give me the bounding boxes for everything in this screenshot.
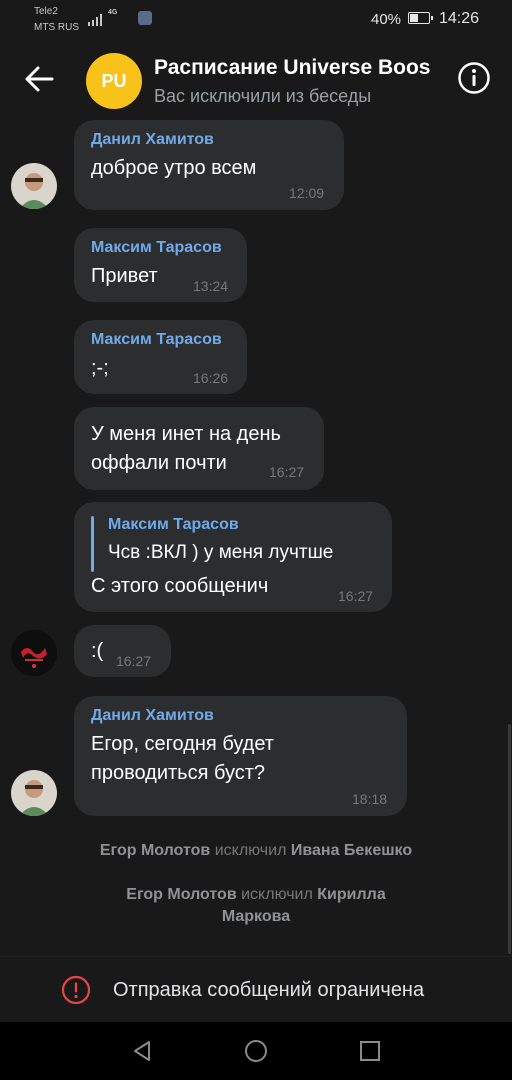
message-text: доброе утро всем [91, 157, 257, 179]
chat-header: PU Расписание Universe Boos Вас исключил… [0, 40, 512, 116]
message-text: У меня инет на день [91, 423, 281, 445]
notification-app-icon [138, 11, 152, 25]
message-text: Привет [91, 265, 158, 287]
message-text: С этого сообщенич [91, 575, 269, 597]
reply-quote-bar [91, 516, 94, 572]
system-message: Егор Молотов исключил Ивана Бекешко [0, 840, 512, 862]
reply-sender[interactable]: Максим Тарасов [108, 516, 239, 534]
system-actor[interactable]: Егор Молотов [126, 886, 236, 903]
carrier-name-1: Tele2 [34, 6, 58, 17]
message-sender[interactable]: Максим Тарасов [91, 239, 222, 257]
message-time: 13:24 [193, 278, 229, 294]
message-bubble[interactable]: Данил Хамитов Егор, сегодня будет провод… [74, 696, 407, 816]
system-action: исключил [214, 842, 287, 859]
carrier-name-2: MTS RUS [34, 22, 79, 33]
message-text: :( [91, 640, 104, 662]
message-time: 16:27 [269, 464, 305, 480]
status-bar: Tele2 MTS RUS 4G 40% 14:26 [0, 0, 512, 40]
info-icon[interactable] [457, 61, 491, 95]
nav-recents-icon[interactable] [358, 1039, 382, 1063]
avatar-user[interactable] [11, 630, 57, 676]
message-restricted-bar: Отправка сообщений ограничена [0, 956, 512, 1023]
chat-title[interactable]: Расписание Universe Boos [154, 56, 440, 80]
message-bubble[interactable]: :( 16:27 [74, 625, 171, 677]
message-time: 16:26 [193, 370, 229, 386]
battery-percent: 40% [371, 11, 402, 28]
message-sender[interactable]: Данил Хамитов [91, 131, 214, 149]
message-text: оффали почти [91, 452, 227, 474]
chat-subtitle: Вас исключили из беседы [154, 86, 372, 106]
nav-home-icon[interactable] [244, 1039, 268, 1063]
network-type: 4G [108, 9, 118, 16]
message-sender[interactable]: Максим Тарасов [91, 331, 222, 349]
message-time: 16:27 [338, 588, 374, 604]
message-text: проводиться буст? [91, 762, 266, 784]
avatar-danil[interactable] [11, 163, 57, 209]
status-time: 14:26 [439, 10, 480, 27]
message-text: ;-; [91, 357, 109, 379]
message-time: 12:09 [289, 185, 325, 201]
message-bubble[interactable]: Максим Тарасов Чсв :ВКЛ ) у меня лучтше … [74, 502, 392, 612]
nav-back-icon[interactable] [130, 1039, 154, 1063]
system-message: Егор Молотов исключил Кирилла Маркова [0, 884, 512, 928]
system-action: исключил [241, 886, 313, 903]
restricted-text: Отправка сообщений ограничена [113, 979, 425, 1001]
system-target[interactable]: Ивана Бекешко [291, 842, 412, 859]
message-bubble[interactable]: У меня инет на день оффали почти 16:27 [74, 407, 324, 490]
signal-icon [88, 12, 102, 26]
avatar-danil[interactable] [11, 770, 57, 816]
system-navigation-bar [0, 1022, 512, 1080]
scrollbar[interactable] [508, 724, 511, 954]
back-arrow-icon[interactable] [22, 62, 56, 96]
battery-icon [408, 12, 433, 24]
message-time: 18:18 [352, 791, 388, 807]
warning-icon [61, 975, 91, 1005]
message-bubble[interactable]: Максим Тарасов ;-; 16:26 [74, 320, 247, 394]
message-time: 16:27 [116, 653, 152, 669]
chat-avatar[interactable]: PU [86, 53, 142, 109]
reply-text[interactable]: Чсв :ВКЛ ) у меня лучтше [108, 538, 333, 567]
system-actor[interactable]: Егор Молотов [100, 842, 210, 859]
message-bubble[interactable]: Данил Хамитов доброе утро всем 12:09 [74, 120, 344, 210]
message-text: Егор, сегодня будет [91, 733, 274, 755]
message-bubble[interactable]: Максим Тарасов Привет 13:24 [74, 228, 247, 302]
message-sender[interactable]: Данил Хамитов [91, 707, 214, 725]
